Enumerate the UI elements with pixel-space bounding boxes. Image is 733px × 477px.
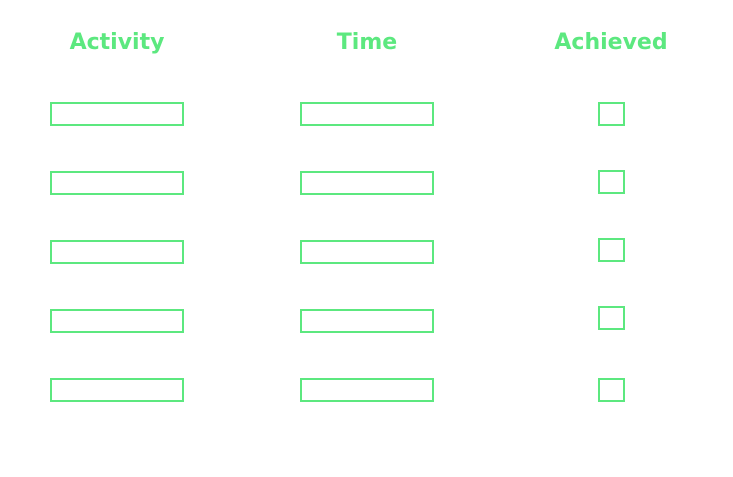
activity-input[interactable] (50, 378, 184, 402)
time-input[interactable] (300, 378, 434, 402)
time-input[interactable] (300, 102, 434, 126)
achieved-checkbox[interactable] (598, 238, 625, 262)
achieved-checkbox[interactable] (598, 306, 625, 330)
time-input[interactable] (300, 171, 434, 195)
time-input[interactable] (300, 240, 434, 264)
achieved-checkbox[interactable] (598, 170, 625, 194)
activity-input[interactable] (50, 309, 184, 333)
achieved-checkbox[interactable] (598, 102, 625, 126)
achieved-checkbox[interactable] (598, 378, 625, 402)
activity-input[interactable] (50, 240, 184, 264)
activity-column-header: Activity (69, 30, 165, 55)
time-input[interactable] (300, 309, 434, 333)
activity-input[interactable] (50, 171, 184, 195)
achieved-column-header: Achieved (554, 30, 668, 55)
activity-input[interactable] (50, 102, 184, 126)
time-column-header: Time (336, 30, 398, 55)
